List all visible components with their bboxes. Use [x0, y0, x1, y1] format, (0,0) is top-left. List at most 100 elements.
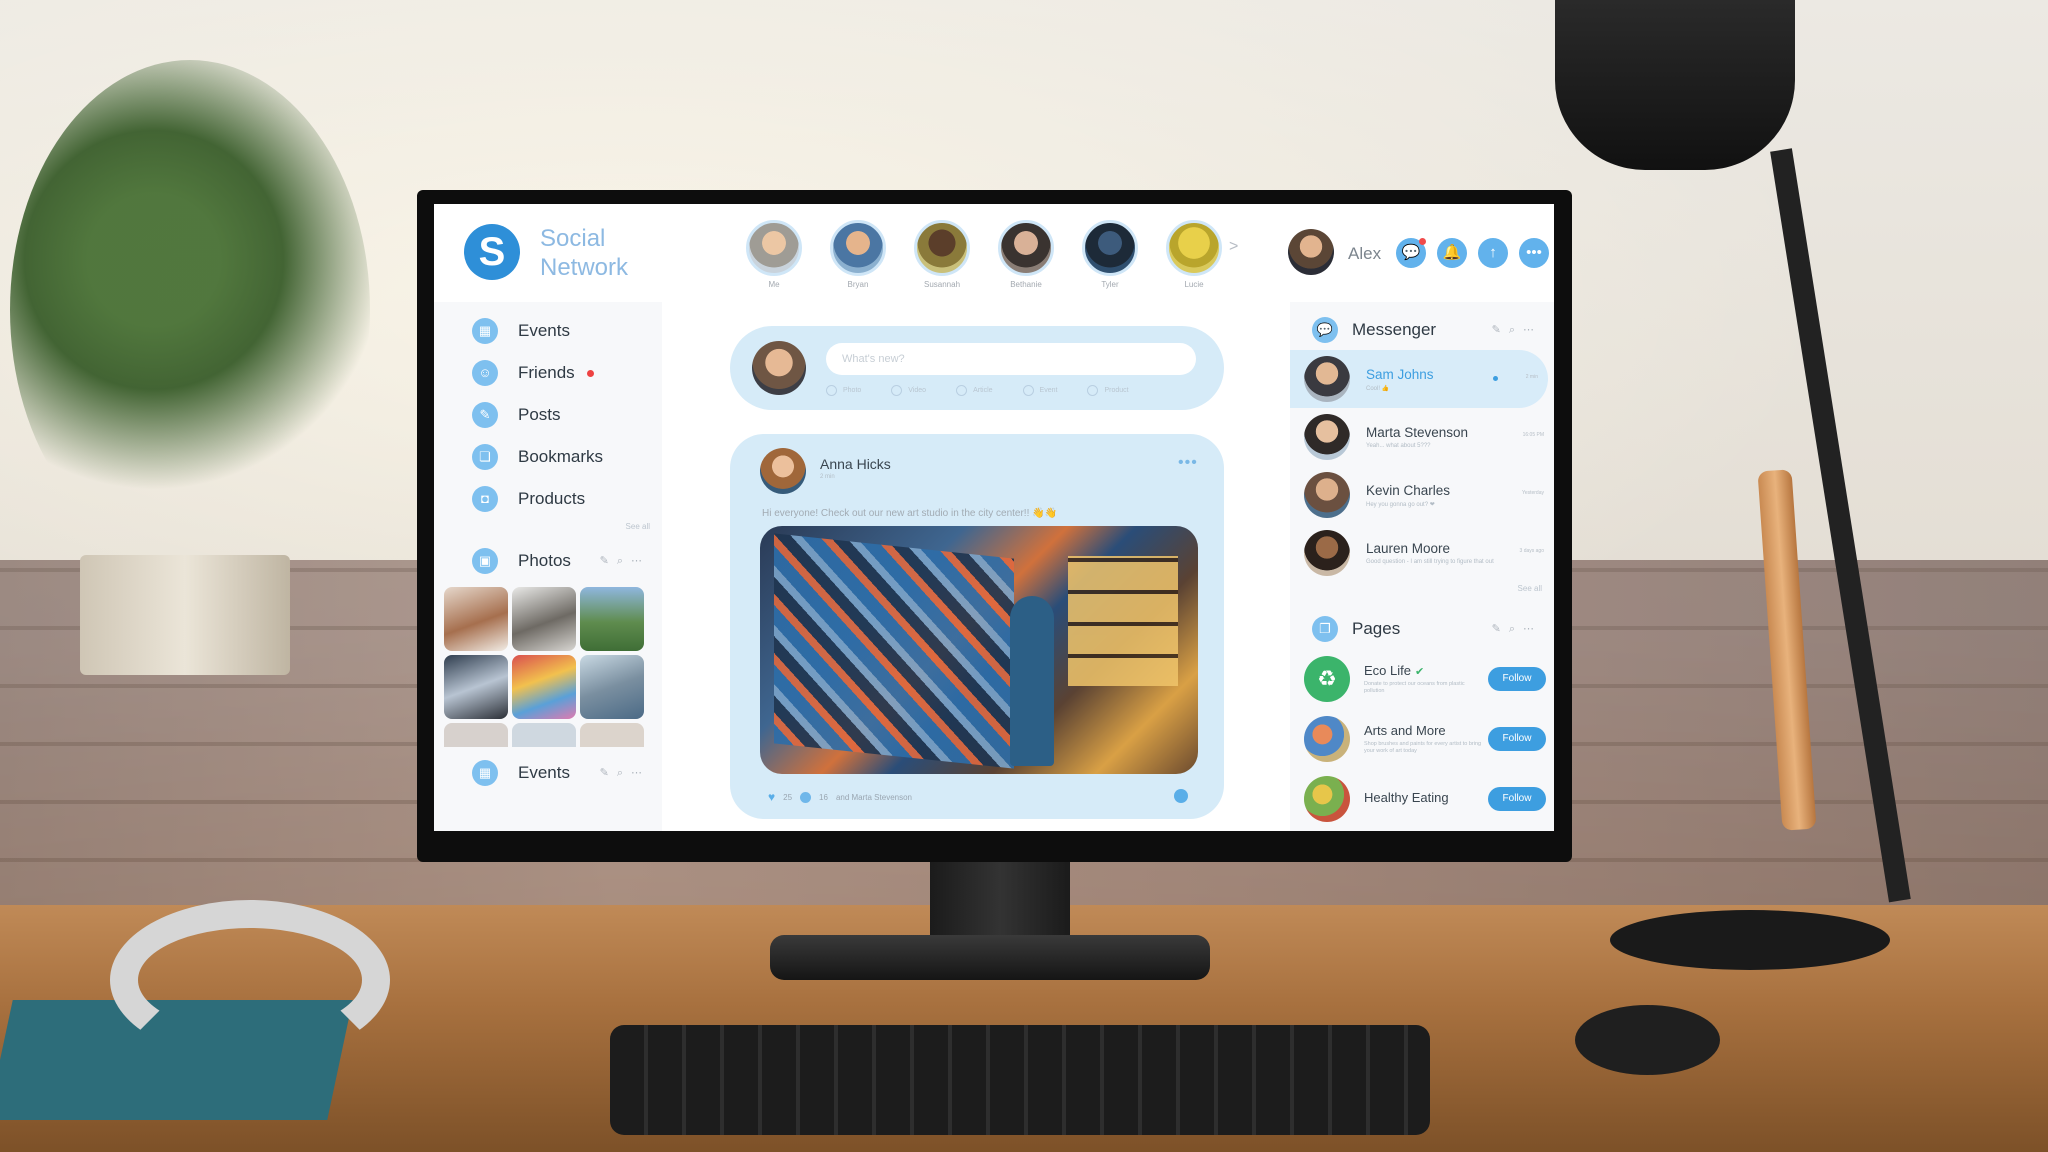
section-tools[interactable]: ✎⌕⋯ [1492, 622, 1542, 636]
chat-icon[interactable]: 💬 [1396, 238, 1426, 268]
contact-name: Marta Stevenson [1366, 425, 1469, 440]
composer-photo-button[interactable]: Photo [826, 385, 861, 396]
follow-button[interactable]: Follow [1488, 787, 1546, 811]
status-input[interactable]: What's new? [826, 343, 1196, 375]
see-all-link[interactable]: See all [434, 522, 662, 531]
contact-name: Kevin Charles [1366, 482, 1451, 498]
nav-bookmarks[interactable]: ❏ Bookmarks [434, 436, 662, 478]
friends-icon: ☺ [472, 360, 498, 386]
comment-count: 16 [819, 792, 828, 802]
contact-name: Sam Johns [1366, 366, 1434, 382]
nav-events[interactable]: ▦ Events [434, 310, 662, 352]
story-bethanie[interactable]: Bethanie [998, 220, 1054, 289]
follow-button[interactable]: Follow [1488, 667, 1546, 691]
photo-thumb[interactable] [512, 587, 576, 651]
message-thread[interactable]: Marta Stevenson Yeah... what about 5??? … [1290, 408, 1554, 466]
message-thread[interactable]: Lauren Moore Good question - I am still … [1290, 524, 1554, 582]
message-thread[interactable]: Kevin Charles Hey you gonna go out? ❤ Ye… [1290, 466, 1554, 524]
see-all-link[interactable]: See all [1290, 584, 1554, 593]
artist-figure [1010, 596, 1054, 766]
page-item[interactable]: ♻ Eco Life ✔ Donate to protect our oceans… [1290, 649, 1554, 709]
photo-thumb[interactable] [580, 587, 644, 651]
message-thread[interactable]: Sam Johns Cool! 👍 2 min [1290, 350, 1548, 408]
story-name: Lucie [1184, 280, 1204, 289]
stories-bar: Me Bryan Susannah Bethanie Tyler Lucie [746, 220, 1222, 289]
nav-label: Events [518, 321, 570, 340]
desk-lamp-shade [1555, 0, 1795, 170]
user-avatar[interactable] [1288, 229, 1334, 275]
computer-mouse [1575, 1005, 1720, 1075]
keyboard [610, 1025, 1430, 1135]
page-name: Eco Life ✔ [1364, 663, 1484, 678]
story-tyler[interactable]: Tyler [1082, 220, 1138, 289]
user-name[interactable]: Alex [1348, 244, 1381, 264]
painting [774, 533, 1014, 769]
story-avatar [1166, 220, 1222, 276]
follow-button[interactable]: Follow [1488, 727, 1546, 751]
image-icon: ▣ [472, 548, 498, 574]
composer-article-button[interactable]: Article [956, 385, 993, 396]
page-description: Shop brushes and paints for every artist… [1364, 741, 1482, 754]
more-icon[interactable]: ••• [1519, 238, 1549, 268]
composer-video-button[interactable]: Video [891, 385, 926, 396]
story-avatar [998, 220, 1054, 276]
photo-thumb[interactable] [580, 723, 644, 747]
notification-badge [586, 369, 594, 377]
post-author[interactable]: Anna Hicks [820, 456, 891, 472]
post-time: 2 min [820, 474, 835, 480]
event-icon [1022, 385, 1034, 396]
story-bryan[interactable]: Bryan [830, 220, 886, 289]
photo-thumb[interactable] [444, 587, 508, 651]
page-item[interactable]: Healthy Eating Follow [1290, 769, 1554, 829]
heart-icon[interactable]: ♥ [768, 790, 775, 804]
right-sidebar: 💬 Messenger ✎⌕⋯ Sam Johns Cool! 👍 2 min … [1290, 302, 1554, 831]
pages-icon: ❐ [1312, 616, 1338, 642]
message-time: 3 days ago [1519, 548, 1544, 554]
story-me[interactable]: Me [746, 220, 802, 289]
message-preview: Hey you gonna go out? ❤ [1366, 501, 1435, 508]
post-image[interactable] [760, 526, 1198, 774]
story-avatar [746, 220, 802, 276]
nav-label: Products [518, 489, 586, 508]
calendar-icon: ▦ [472, 760, 498, 786]
app-logo[interactable]: S [464, 224, 520, 280]
section-tools[interactable]: ✎⌕⋯ [600, 554, 650, 568]
contact-avatar [1304, 472, 1350, 518]
nav-posts[interactable]: ✎ Posts [434, 394, 662, 436]
photo-icon [826, 385, 837, 396]
section-tools[interactable]: ✎⌕⋯ [600, 766, 650, 780]
post-author-avatar[interactable] [760, 448, 806, 494]
photo-thumb[interactable] [444, 723, 508, 747]
events-title: Events [518, 763, 570, 782]
message-preview: Yeah... what about 5??? [1366, 443, 1431, 449]
story-susannah[interactable]: Susannah [914, 220, 970, 289]
composer-avatar [752, 341, 806, 395]
contact-avatar [1304, 356, 1350, 402]
feed-post: Anna Hicks 2 min ••• Hi everyone! Check … [730, 434, 1224, 819]
bell-icon[interactable]: 🔔 [1437, 238, 1467, 268]
page-avatar [1304, 776, 1350, 822]
share-icon[interactable] [1174, 789, 1188, 803]
action-label: Video [908, 387, 927, 394]
pages-header: ❐ Pages ✎⌕⋯ [1290, 609, 1554, 649]
page-item[interactable]: Arts and More Shop brushes and paints fo… [1290, 709, 1554, 769]
more-icon[interactable]: ••• [1178, 454, 1198, 472]
nav-friends[interactable]: ☺ Friends [434, 352, 662, 394]
video-icon [891, 385, 903, 396]
nav-label: Bookmarks [518, 447, 604, 466]
story-lucie[interactable]: Lucie [1166, 220, 1222, 289]
photo-thumb[interactable] [580, 655, 644, 719]
photo-thumb[interactable] [444, 655, 508, 719]
notification-dot [1419, 238, 1426, 245]
comment-icon[interactable] [800, 791, 812, 803]
chevron-right-icon[interactable]: > [1229, 238, 1238, 256]
upload-icon[interactable]: ↑ [1478, 238, 1508, 268]
composer-event-button[interactable]: Event [1022, 385, 1057, 396]
app-screen: S Social Network Me Bryan Susannah Betha… [434, 204, 1554, 831]
section-tools[interactable]: ✎⌕⋯ [1492, 323, 1542, 337]
action-label: Product [1104, 387, 1129, 394]
nav-products[interactable]: ◘ Products [434, 478, 662, 520]
photo-thumb[interactable] [512, 655, 576, 719]
composer-product-button[interactable]: Product [1087, 385, 1129, 396]
photo-thumb[interactable] [512, 723, 576, 747]
